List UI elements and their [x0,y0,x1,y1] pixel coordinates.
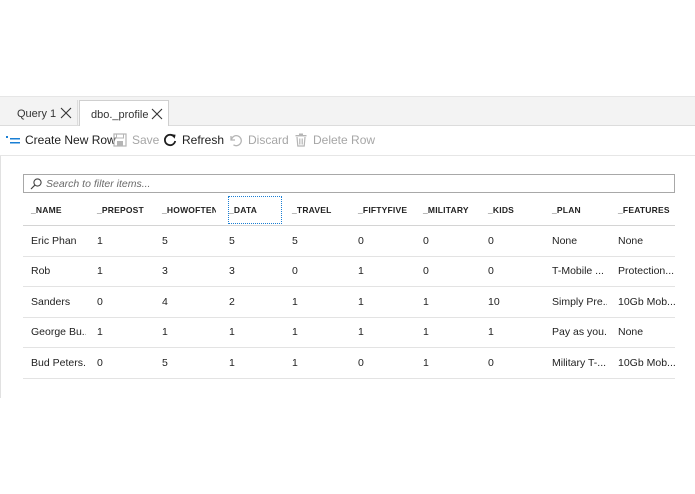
table-cell[interactable]: George Bu... [23,318,86,348]
table-cell[interactable]: 0 [283,257,346,287]
table-cell[interactable]: Sanders [23,287,86,317]
table-cell[interactable]: 5 [227,226,283,256]
table-cell[interactable]: 0 [414,257,477,287]
tab-dbo-profile[interactable]: dbo._profile [79,100,169,128]
column-header-name[interactable]: _NAME [23,194,86,225]
table-toolbar: Create New Row Save Refresh Discard Dele… [0,126,695,156]
search-box[interactable] [23,174,675,193]
refresh-button[interactable]: Refresh [163,126,224,154]
table-cell[interactable]: Rob [23,257,86,287]
refresh-icon [163,133,177,147]
column-header-fiftyfive[interactable]: _FIFTYFIVE [349,194,412,225]
table-cell[interactable]: 0 [88,348,151,378]
editor-tab-bar: Query 1 dbo._profile [0,96,695,128]
table-cell[interactable]: 0 [479,348,542,378]
table-cell[interactable]: 10Gb Mob... [609,287,675,317]
table-cell[interactable]: 0 [479,257,542,287]
table-cell[interactable]: 1 [414,287,477,317]
new-row-icon [6,133,20,147]
table-cell[interactable]: 3 [227,257,283,287]
table-cell[interactable]: Protection... [609,257,675,287]
table-cell[interactable]: Pay as you... [544,318,607,348]
table-cell[interactable]: 0 [349,226,412,256]
column-header-features[interactable]: _FEATURES [609,194,675,225]
table-row[interactable]: Bud Peters... 0 5 1 1 0 1 0 Military T-.… [23,348,675,379]
search-input[interactable] [46,177,646,190]
table-cell[interactable]: 5 [153,226,216,256]
tab-label: dbo._profile [91,108,149,121]
table-cell[interactable]: 0 [88,287,151,317]
table-cell[interactable]: 1 [153,318,216,348]
column-header-prepost[interactable]: _PREPOST [88,194,151,225]
trash-icon [294,133,308,147]
column-header-travel[interactable]: _TRAVEL [283,194,346,225]
create-new-row-button[interactable]: Create New Row [6,126,116,154]
table-cell[interactable]: 5 [283,226,346,256]
table-cell[interactable]: 3 [153,257,216,287]
table-row[interactable]: Sanders 0 4 2 1 1 1 10 Simply Pre... 10G… [23,287,675,318]
top-blank-area [0,0,695,96]
grid-header-row: _NAME _PREPOST _HOWOFTEN _DATA _TRAVEL _… [23,194,675,226]
table-cell[interactable]: 1 [227,348,283,378]
undo-icon [229,133,243,147]
table-cell[interactable]: T-Mobile ... [544,257,607,287]
bottom-blank-area [0,398,695,494]
save-label: Save [132,133,160,147]
column-header-military[interactable]: _MILITARY [414,194,477,225]
table-cell[interactable]: 10 [479,287,542,317]
table-cell[interactable]: 1 [283,318,346,348]
table-cell[interactable]: 1 [479,318,542,348]
table-cell[interactable]: 0 [349,348,412,378]
table-cell[interactable]: 1 [349,257,412,287]
table-cell[interactable]: None [609,226,675,256]
table-cell[interactable]: 4 [153,287,216,317]
table-cell[interactable]: Eric Phan [23,226,86,256]
table-cell[interactable]: 5 [153,348,216,378]
table-cell[interactable]: 1 [283,287,346,317]
tab-label: Query 1 [17,107,57,120]
save-button[interactable]: Save [113,126,159,154]
close-icon[interactable] [60,107,72,119]
table-cell[interactable]: Simply Pre... [544,287,607,317]
tab-query-1[interactable]: Query 1 [3,100,78,127]
table-cell[interactable]: 1 [88,318,151,348]
search-icon [30,177,42,190]
refresh-label: Refresh [182,133,225,147]
table-cell[interactable]: None [609,318,675,348]
table-cell[interactable]: 2 [227,287,283,317]
column-header-data[interactable]: _DATA [227,195,283,225]
table-cell[interactable]: 1 [349,287,412,317]
discard-label: Discard [248,133,289,147]
table-cell[interactable]: Military T-... [544,348,607,378]
table-cell[interactable]: Bud Peters... [23,348,86,378]
table-row[interactable]: George Bu... 1 1 1 1 1 1 1 Pay as you...… [23,318,675,348]
column-header-howoften[interactable]: _HOWOFTEN [153,194,216,225]
table-cell[interactable]: 1 [414,348,477,378]
data-grid: _NAME _PREPOST _HOWOFTEN _DATA _TRAVEL _… [23,194,675,379]
delete-row-button[interactable]: Delete Row [294,126,375,154]
delete-row-label: Delete Row [313,133,376,147]
table-cell[interactable]: 0 [414,226,477,256]
close-icon[interactable] [151,108,163,120]
column-header-plan[interactable]: _PLAN [544,194,607,225]
table-cell[interactable]: 1 [227,318,283,348]
table-cell[interactable]: 10Gb Mob... [609,348,675,378]
table-row[interactable]: Eric Phan 1 5 5 5 0 0 0 None None [23,226,675,257]
save-icon [113,133,127,147]
table-row[interactable]: Rob 1 3 3 0 1 0 0 T-Mobile ... Protectio… [23,257,675,287]
table-cell[interactable]: None [544,226,607,256]
table-cell[interactable]: 0 [479,226,542,256]
table-cell[interactable]: 1 [88,226,151,256]
create-new-row-label: Create New Row [25,133,116,147]
table-cell[interactable]: 1 [349,318,412,348]
column-header-kids[interactable]: _KIDS [479,194,542,225]
table-cell[interactable]: 1 [283,348,346,378]
table-cell[interactable]: 1 [414,318,477,348]
discard-button[interactable]: Discard [229,126,289,154]
table-cell[interactable]: 1 [88,257,151,287]
